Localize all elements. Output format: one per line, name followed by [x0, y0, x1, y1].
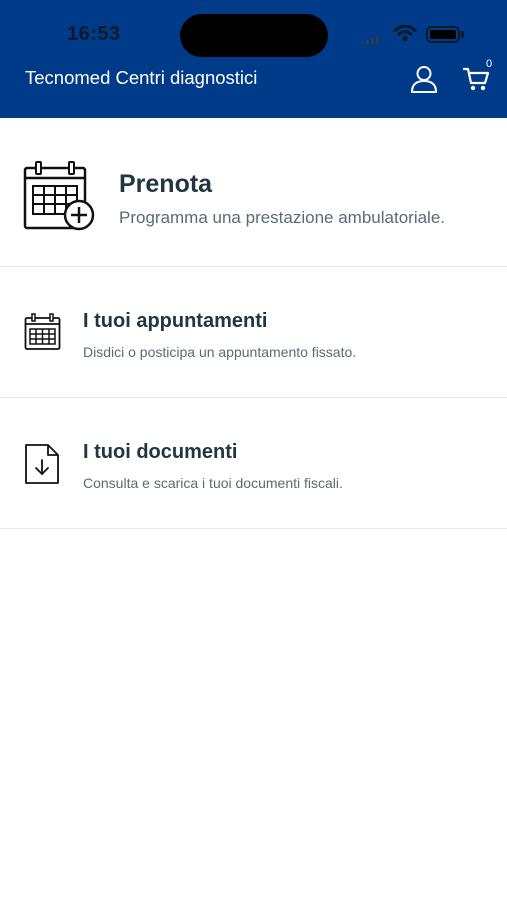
battery-icon [426, 26, 460, 43]
calendar-icon [24, 313, 61, 350]
app-header: 16:53 Tecnomed Centri diagnostici 0 [0, 0, 507, 118]
documenti-title: I tuoi documenti [83, 441, 238, 463]
document-download-icon [25, 444, 59, 484]
menu-item-prenota[interactable]: Prenota Programma una prestazione ambula… [0, 118, 507, 267]
calendar-add-icon [23, 161, 95, 231]
appuntamenti-title: I tuoi appuntamenti [83, 310, 268, 332]
status-time: 16:53 [67, 23, 121, 45]
appuntamenti-subtitle: Disdici o posticipa un appuntamento fiss… [83, 344, 357, 360]
menu-item-documenti[interactable]: I tuoi documenti Consulta e scarica i tu… [0, 398, 507, 529]
battery-tip [461, 31, 464, 38]
menu-item-appuntamenti[interactable]: I tuoi appuntamenti Disdici o posticipa … [0, 267, 507, 398]
app-title: Tecnomed Centri diagnostici [25, 67, 258, 88]
prenota-subtitle: Programma una prestazione ambulatoriale. [119, 208, 446, 227]
signal-icon [361, 36, 385, 44]
cart-count-badge: 0 [486, 58, 493, 70]
documenti-subtitle: Consulta e scarica i tuoi documenti fisc… [83, 475, 343, 491]
prenota-title: Prenota [119, 170, 213, 198]
user-icon[interactable] [409, 64, 439, 94]
dynamic-island [180, 14, 328, 57]
wifi-icon [393, 24, 417, 42]
